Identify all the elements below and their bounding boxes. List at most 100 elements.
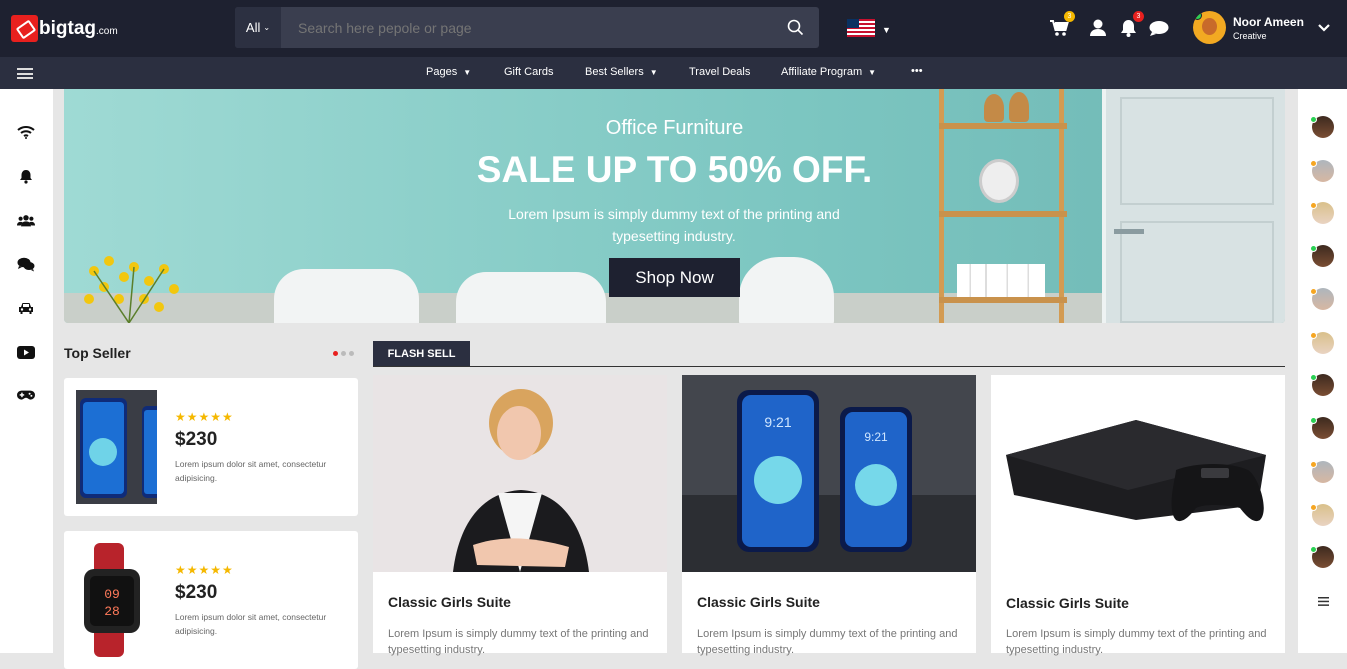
product-description: Lorem Ipsum is simply dummy text of the … (697, 628, 958, 656)
contact-avatar[interactable] (1310, 245, 1334, 267)
iphone-pair-image: 9:21 9:21 (682, 375, 976, 572)
users-icon[interactable] (17, 211, 35, 229)
brand-logo[interactable]: bigtag.com (11, 15, 118, 42)
hero-description: Lorem Ipsum is simply dummy text of the … (508, 206, 840, 244)
gamepad-icon[interactable] (17, 387, 35, 405)
top-bar: bigtag.com All⌄ ▼ 3 3 Noor Ameen Creativ… (0, 0, 1347, 57)
bell-icon[interactable] (17, 167, 35, 185)
hero-title: SALE UP TO 50% OFF. (476, 149, 873, 190)
youtube-icon[interactable] (17, 343, 35, 361)
product-card[interactable]: 9:21 9:21 Classic Girls Suite Lorem Ipsu… (682, 375, 976, 656)
user-menu[interactable]: Noor Ameen Creative (1193, 11, 1304, 44)
product-description: Lorem ipsum dolor sit amet, consectetur … (175, 612, 327, 636)
contact-avatar[interactable] (1310, 504, 1334, 526)
tag-icon (11, 15, 38, 42)
nav-item-best-sellers[interactable]: Best Sellers ▼ (585, 66, 658, 78)
left-sidebar (0, 89, 53, 653)
woman-in-suit-image (373, 375, 667, 572)
online-status-dot (1310, 546, 1317, 553)
contact-avatar[interactable] (1310, 288, 1334, 310)
user-role: Creative (1233, 30, 1267, 41)
seller-card[interactable]: 09 28 ★★★★★ $230 Lorem ipsum dolor sit a… (64, 531, 358, 669)
hamburger-menu-icon[interactable] (17, 68, 33, 79)
product-price: $230 (175, 429, 218, 450)
nav-item-pages[interactable]: Pages ▼ (426, 66, 471, 78)
contact-avatar[interactable] (1310, 417, 1334, 439)
product-description: Lorem ipsum dolor sit amet, consectetur … (175, 459, 327, 483)
top-seller-title: Top Seller (64, 345, 131, 361)
contact-avatar[interactable] (1310, 202, 1334, 224)
divider (373, 366, 1285, 367)
away-status-dot (1310, 504, 1317, 511)
contact-avatar[interactable] (1310, 546, 1334, 568)
pillow-image (274, 269, 419, 323)
svg-text:9:21: 9:21 (864, 430, 888, 444)
search-input[interactable] (281, 19, 771, 36)
carousel-dots[interactable] (333, 351, 354, 356)
chat-bubble-icon (1149, 20, 1169, 36)
messages-button[interactable] (1148, 17, 1170, 39)
cart-button[interactable]: 3 (1048, 11, 1075, 39)
right-sidebar-contacts (1298, 89, 1347, 653)
cart-icon (1050, 20, 1069, 36)
list-menu-icon[interactable] (1318, 593, 1329, 611)
contact-avatar[interactable] (1310, 461, 1334, 483)
rating-stars: ★★★★★ (175, 410, 234, 424)
product-title: Classic Girls Suite (1006, 595, 1129, 611)
search-button[interactable] (771, 7, 819, 48)
rating-stars: ★★★★★ (175, 563, 234, 577)
away-status-dot (1310, 288, 1317, 295)
product-description: Lorem Ipsum is simply dummy text of the … (388, 628, 649, 656)
contact-avatar[interactable] (1310, 332, 1334, 354)
avatar (1193, 11, 1226, 44)
away-status-dot (1310, 160, 1317, 167)
contact-avatar[interactable] (1310, 116, 1334, 138)
caret-down-icon: ▼ (868, 68, 877, 77)
user-name: Noor Ameen (1233, 14, 1304, 29)
svg-text:09: 09 (104, 587, 120, 602)
search-bar: All ⌄ (235, 7, 819, 48)
carousel-dot[interactable] (333, 351, 338, 356)
svg-text:9:21: 9:21 (764, 414, 791, 430)
pillow-image (739, 257, 834, 323)
bell-icon (1120, 20, 1136, 37)
tab-flash-sell[interactable]: FLASH SELL (373, 341, 470, 367)
chevron-down-icon[interactable] (1318, 20, 1330, 35)
carousel-dot[interactable] (341, 351, 346, 356)
seller-card[interactable]: ★★★★★ $230 Lorem ipsum dolor sit amet, c… (64, 378, 358, 516)
product-card[interactable]: Classic Girls Suite Lorem Ipsum is simpl… (373, 375, 667, 656)
online-status-dot (1310, 417, 1317, 424)
language-selector[interactable] (847, 18, 875, 37)
chat-icon[interactable] (17, 255, 35, 273)
profile-button[interactable] (1087, 17, 1109, 39)
wifi-icon[interactable] (17, 123, 35, 141)
us-flag-icon (847, 18, 875, 37)
contact-avatar[interactable] (1310, 374, 1334, 396)
more-menu-icon[interactable]: ••• (911, 65, 923, 77)
nav-item-travel-deals[interactable]: Travel Deals (689, 66, 750, 78)
car-icon[interactable] (17, 299, 35, 317)
notifications-button[interactable]: 3 (1117, 11, 1144, 39)
search-icon (787, 19, 803, 36)
caret-down-icon: ▼ (463, 68, 472, 77)
svg-text:28: 28 (104, 604, 120, 619)
door-handle-icon (1114, 229, 1144, 234)
nav-item-affiliate-program[interactable]: Affiliate Program ▼ (781, 66, 876, 78)
shop-now-button[interactable]: Shop Now (609, 258, 740, 297)
cart-badge: 3 (1064, 11, 1075, 22)
online-status-dot (1193, 11, 1202, 20)
hero-banner: Office Furniture SALE UP TO 50% OFF. Lor… (64, 89, 1285, 323)
online-status-dot (1310, 374, 1317, 381)
notification-badge: 3 (1133, 11, 1144, 22)
product-card[interactable]: Classic Girls Suite Lorem Ipsum is simpl… (991, 375, 1285, 656)
nav-item-gift-cards[interactable]: Gift Cards (504, 66, 554, 78)
search-scope-select[interactable]: All ⌄ (235, 7, 281, 48)
hero-subtitle: Office Furniture (605, 117, 744, 139)
chevron-down-icon[interactable]: ▼ (882, 25, 891, 35)
away-status-dot (1310, 332, 1317, 339)
online-status-dot (1310, 116, 1317, 123)
contact-avatar[interactable] (1310, 160, 1334, 182)
brand-name: bigtag.com (39, 17, 118, 39)
flower-vase-image (84, 256, 179, 323)
carousel-dot[interactable] (349, 351, 354, 356)
